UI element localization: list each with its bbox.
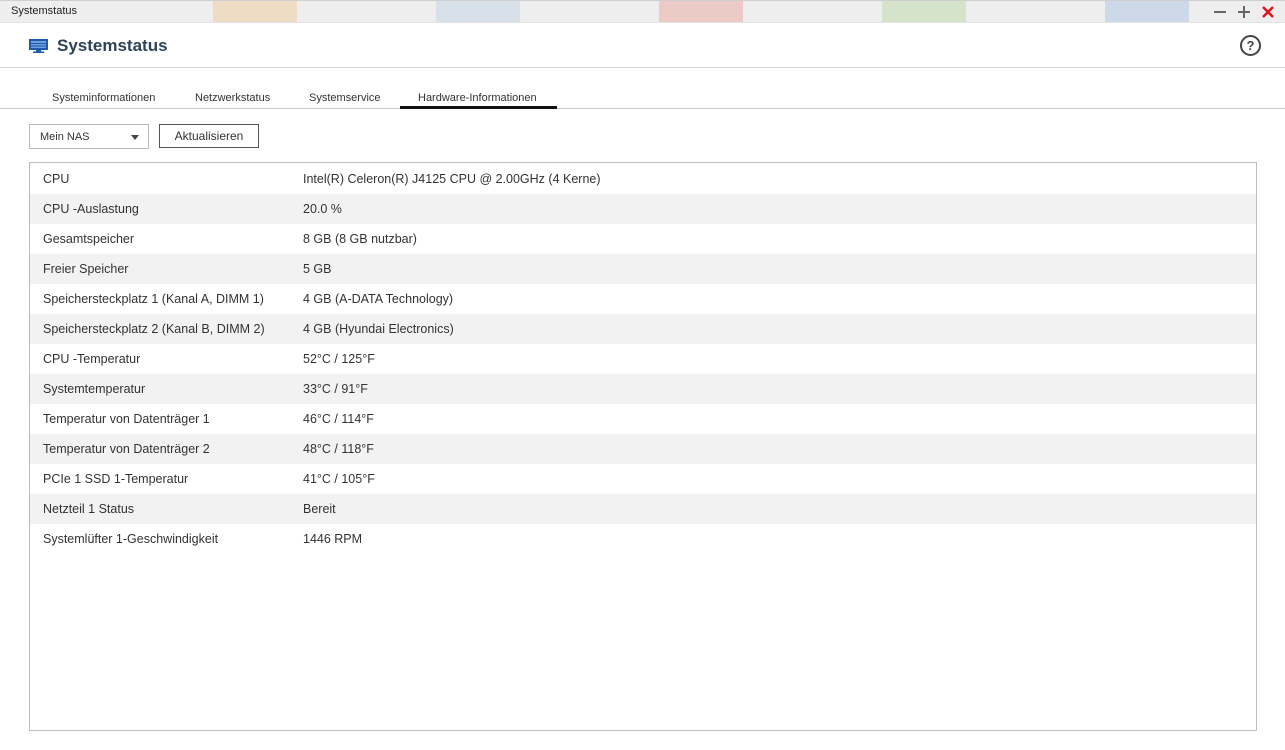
tab-systeminformationen[interactable]: Systeminformationen [52,92,155,104]
row-label: Temperatur von Datenträger 1 [43,412,210,426]
chevron-down-icon [131,135,139,140]
tab-systemservice[interactable]: Systemservice [309,92,381,104]
background-app-icon [882,1,966,22]
device-select[interactable]: Mein NAS [29,124,149,149]
monitor-icon [29,39,48,53]
minimize-icon [1214,11,1226,13]
background-app-icon [659,1,743,22]
table-row: CPU Intel(R) Celeron(R) J4125 CPU @ 2.00G… [30,164,1256,194]
device-select-value: Mein NAS [40,131,90,143]
hardware-info-table: CPU Intel(R) Celeron(R) J4125 CPU @ 2.00G… [29,162,1257,731]
row-label: PCIe 1 SSD 1-Temperatur [43,472,189,486]
table-row: Temperatur von Datenträger 2 48°C / 118°F [30,434,1256,464]
refresh-button[interactable]: Aktualisieren [159,124,259,148]
table-row: Netzteil 1 Status Bereit [30,494,1256,524]
row-label: CPU [43,172,70,186]
maximize-button[interactable] [1235,3,1253,21]
app-header: Systemstatus ? [0,23,1285,68]
window-title: Systemstatus [11,5,78,17]
window-titlebar: Systemstatus [0,0,1285,23]
row-value: 33°C / 91°F [303,382,368,396]
tab-hardware-informationen[interactable]: Hardware-Informationen [418,92,537,104]
row-label: CPU -Auslastung [43,202,139,216]
row-value: Bereit [303,502,336,516]
tab-netzwerkstatus[interactable]: Netzwerkstatus [195,92,270,104]
background-app-icon [436,1,520,22]
row-value: 20.0 % [303,202,342,216]
row-label: Systemtemperatur [43,382,146,396]
row-value: 41°C / 105°F [303,472,375,486]
row-value: 8 GB (8 GB nutzbar) [303,232,417,246]
row-label: Systemlüfter 1-Geschwindigkeit [43,532,219,546]
page-title: Systemstatus [57,36,168,55]
row-label: Gesamtspeicher [43,232,135,246]
help-button[interactable]: ? [1240,35,1261,56]
row-value: 1446 RPM [303,532,363,546]
table-row: Gesamtspeicher 8 GB (8 GB nutzbar) [30,224,1256,254]
row-value: 52°C / 125°F [303,352,375,366]
table-row: Speichersteckplatz 1 (Kanal A, DIMM 1) 4 … [30,284,1256,314]
row-label: Freier Speicher [43,262,129,276]
row-value: Intel(R) Celeron(R) J4125 CPU @ 2.00GHz … [303,172,601,186]
question-icon: ? [1246,38,1255,53]
table-row: PCIe 1 SSD 1-Temperatur 41°C / 105°F [30,464,1256,494]
table-row: Systemtemperatur 33°C / 91°F [30,374,1256,404]
row-label: Speichersteckplatz 2 (Kanal B, DIMM 2) [43,322,265,336]
row-value: 5 GB [303,262,332,276]
row-value: 4 GB (A-DATA Technology) [303,292,454,306]
row-value: 48°C / 118°F [303,442,374,456]
row-value: 46°C / 114°F [303,412,374,426]
table-row: Systemlüfter 1-Geschwindigkeit 1446 RPM [30,524,1256,554]
row-label: CPU -Temperatur [43,352,141,366]
row-label: Netzteil 1 Status [43,502,135,516]
tab-bar: Systeminformationen Netzwerkstatus Syste… [0,68,1285,109]
background-app-icon [213,1,297,22]
table-row: CPU -Auslastung 20.0 % [30,194,1256,224]
row-label: Temperatur von Datenträger 2 [43,442,210,456]
active-tab-indicator [400,106,557,109]
table-row: CPU -Temperatur 52°C / 125°F [30,344,1256,374]
close-icon [1262,6,1274,18]
row-label: Speichersteckplatz 1 (Kanal A, DIMM 1) [43,292,264,306]
background-app-icon [1105,1,1189,22]
table-row: Freier Speicher 5 GB [30,254,1256,284]
table-row: Speichersteckplatz 2 (Kanal B, DIMM 2) 4 … [30,314,1256,344]
table-row: Temperatur von Datenträger 1 46°C / 114°F [30,404,1256,434]
minimize-button[interactable] [1211,3,1229,21]
close-button[interactable] [1259,3,1277,21]
row-value: 4 GB (Hyundai Electronics) [303,322,454,336]
